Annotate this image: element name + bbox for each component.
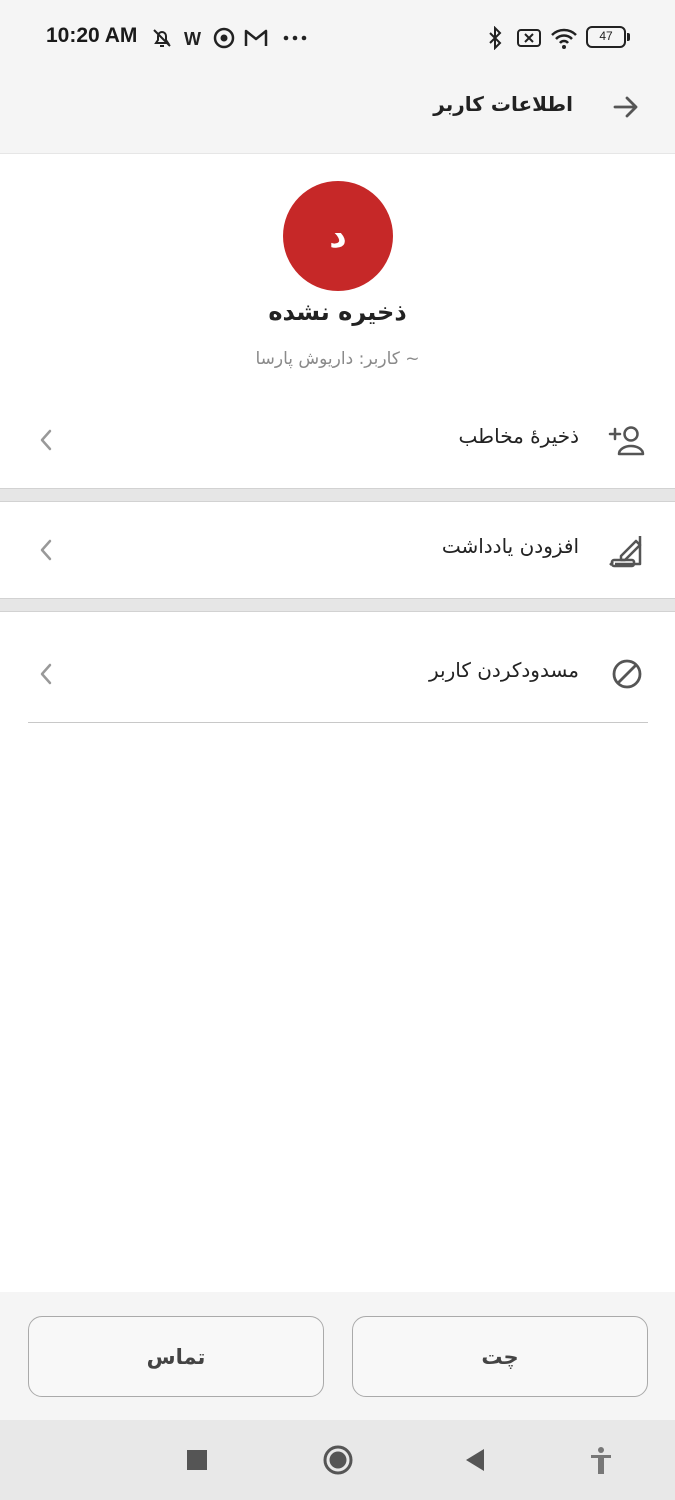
block-user-label: مسدودکردن کاربر [429, 658, 579, 682]
recents-square-icon[interactable] [185, 1444, 209, 1476]
w-app-icon: W [184, 29, 201, 49]
chevron-left-icon [40, 429, 52, 451]
avatar-letter: د [329, 216, 347, 256]
chevron-left-icon [40, 539, 52, 561]
accessibility-icon[interactable] [588, 1444, 614, 1476]
save-contact-label: ذخیرهٔ مخاطب [458, 424, 579, 448]
block-icon [612, 659, 642, 689]
add-note-row[interactable]: افزودن یادداشت [0, 510, 675, 590]
chevron-left-icon [40, 663, 52, 685]
bottom-action-bar: تماس چت [0, 1292, 675, 1420]
section-divider [0, 488, 675, 502]
section-divider [0, 598, 675, 612]
block-user-row[interactable]: مسدودکردن کاربر [0, 634, 675, 714]
status-time: 10:20 AM [46, 24, 138, 47]
app-bar: اطلاعات کاربر [0, 76, 675, 154]
save-contact-row[interactable]: ذخیرهٔ مخاطب [0, 400, 675, 480]
note-edit-icon [609, 536, 642, 568]
arrow-right-icon[interactable] [611, 92, 641, 122]
chat-button[interactable]: چت [352, 1316, 648, 1397]
status-bar: 10:20 AM W 47 [0, 0, 675, 76]
battery-level: 47 [599, 29, 613, 43]
svg-text:W: W [184, 29, 201, 49]
wifi-icon [551, 28, 577, 49]
system-nav-bar [0, 1420, 675, 1500]
list-divider [28, 722, 648, 723]
chrome-icon [213, 27, 235, 49]
add-note-label: افزودن یادداشت [441, 534, 579, 558]
home-circle-icon[interactable] [320, 1444, 356, 1476]
add-contact-icon [608, 426, 645, 456]
profile-username: ~ کاربر: داریوش پارسا [255, 349, 420, 369]
bluetooth-icon [489, 26, 502, 50]
battery-icon: 47 [586, 26, 630, 48]
muted-bell-icon [153, 29, 171, 47]
call-button[interactable]: تماس [28, 1316, 324, 1397]
page-title: اطلاعات کاربر [433, 92, 573, 116]
no-sim-icon [517, 29, 541, 47]
gmail-icon [244, 29, 268, 46]
profile-name: ذخیره نشده [268, 298, 407, 326]
avatar[interactable]: د [283, 181, 393, 291]
back-triangle-icon[interactable] [462, 1444, 488, 1476]
more-dots-icon [283, 35, 307, 41]
